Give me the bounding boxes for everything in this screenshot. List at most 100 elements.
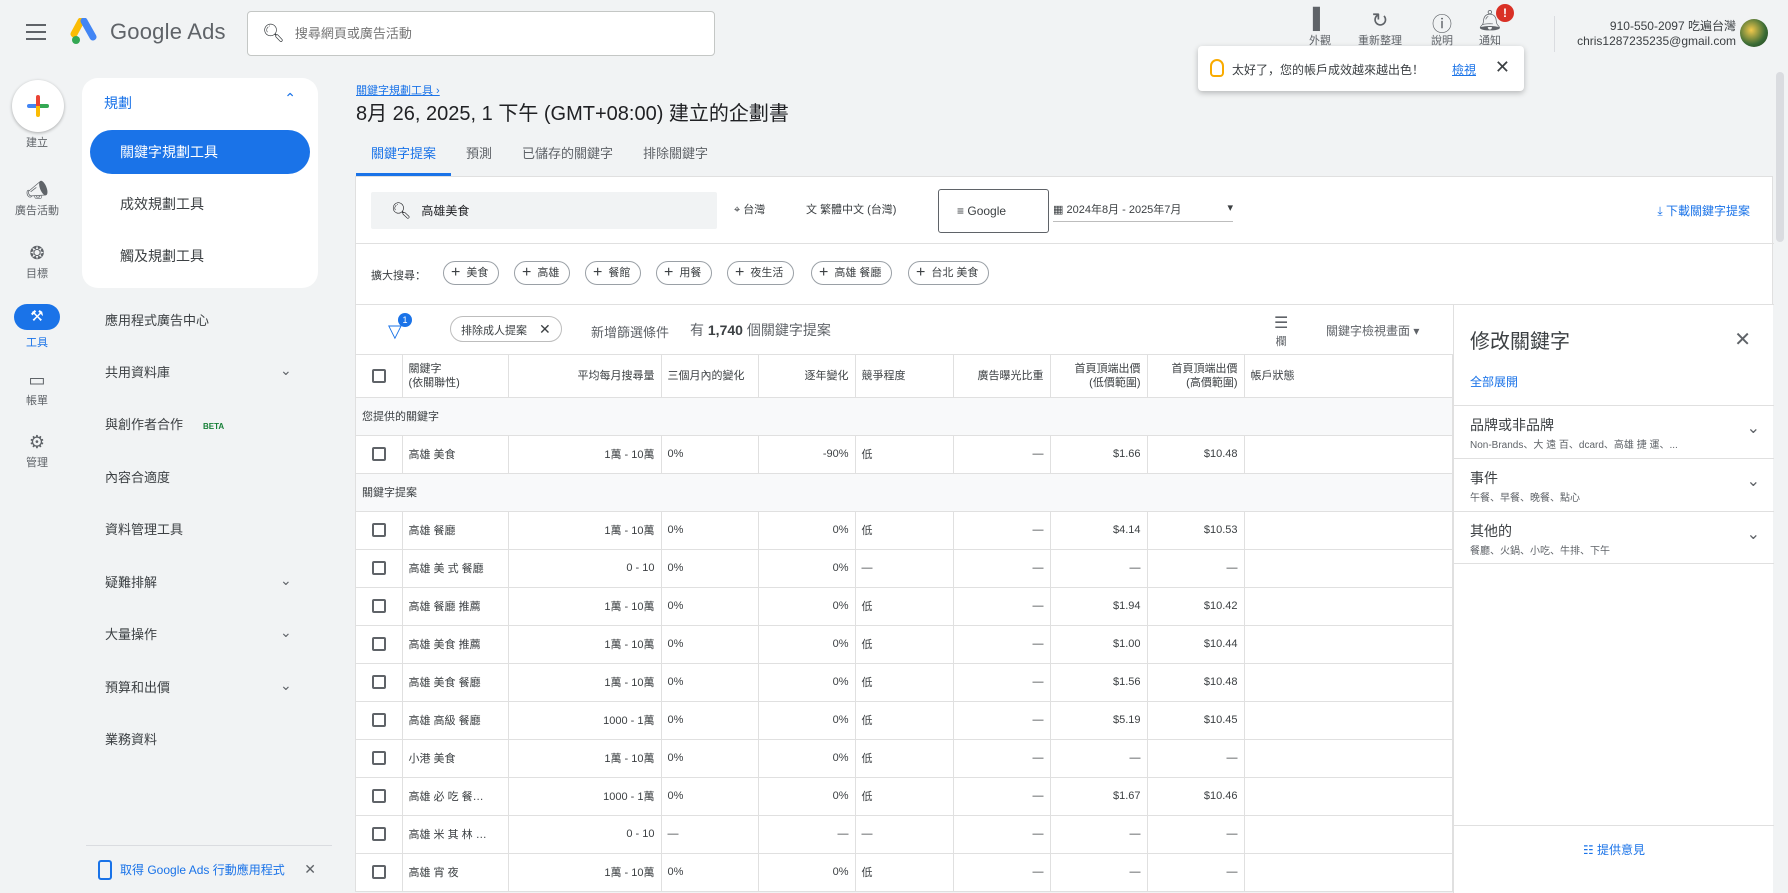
row-checkbox-cell[interactable] — [356, 587, 403, 626]
broaden-chip[interactable]: + 台北 美食 — [908, 261, 990, 285]
breadcrumb[interactable]: 關鍵字規劃工具 › — [356, 82, 440, 98]
table-row[interactable]: 高雄 米 其 林 … 0 - 10— — — — — — — [356, 815, 1453, 854]
expand-all-button[interactable]: 全部展開 — [1470, 373, 1518, 390]
row-checkbox[interactable] — [371, 523, 386, 537]
rail-tools[interactable]: ⚒ 工具 — [0, 304, 74, 350]
row-checkbox[interactable] — [371, 865, 386, 879]
menu-icon[interactable] — [26, 24, 46, 40]
date-range-select[interactable]: ▦ 2024年8月 - 2025年7月 ▾ — [1053, 201, 1233, 222]
notifications-button[interactable]: 🔔︎ ! 通知 — [1460, 4, 1520, 48]
nav-creator-partnerships[interactable]: 與創作者合作 BETA — [105, 414, 224, 433]
col-impression-share[interactable]: 廣告曝光比重 — [953, 355, 1051, 398]
create-button[interactable] — [12, 80, 64, 132]
keyword-search-box[interactable]: 🔍︎ 高雄美食 — [371, 192, 717, 229]
download-button[interactable]: ⤓ 下載關鍵字提案 — [1657, 202, 1750, 219]
toast-view-link[interactable]: 檢視 — [1452, 61, 1476, 78]
refine-section-brand[interactable]: 品牌或非品牌 Non-Brands、大 遠 百、dcard、高雄 捷 運、...… — [1454, 405, 1774, 458]
row-checkbox-cell[interactable] — [356, 511, 403, 550]
row-checkbox[interactable] — [371, 827, 386, 841]
nav-keyword-planner[interactable]: 關鍵字規劃工具 — [90, 130, 310, 174]
location-filter[interactable]: ⌖ 台灣 — [734, 201, 765, 217]
nav-content-suitability[interactable]: 內容合適度 — [105, 467, 170, 486]
feedback-button[interactable]: ☷ 提供意見 — [1454, 825, 1774, 873]
table-row[interactable]: 高雄 美食 餐廳 1萬 - 10萬 0% 0% 低 — $1.56 $10.48 — [356, 663, 1453, 702]
breadcrumb-link[interactable]: 關鍵字規劃工具 — [356, 85, 433, 97]
row-checkbox-cell[interactable] — [356, 739, 403, 778]
close-icon[interactable]: ✕ — [539, 321, 551, 337]
row-checkbox[interactable] — [371, 713, 386, 727]
chevron-up-icon[interactable]: ⌃ — [284, 90, 296, 107]
nav-reach-planner[interactable]: 觸及規劃工具 — [90, 234, 310, 278]
table-row[interactable]: 高雄 美食 推薦 1萬 - 10萬 0% 0% 低 — $1.00 $10.44 — [356, 625, 1453, 664]
close-icon[interactable]: ✕ — [304, 861, 316, 878]
broaden-chip[interactable]: + 美食 — [443, 261, 500, 285]
row-checkbox[interactable] — [371, 637, 386, 651]
rail-billing[interactable]: ▭ 帳單 — [0, 370, 74, 408]
table-row[interactable]: 高雄 美 式 餐廳 0 - 10 0% 0% — — — — — [356, 549, 1453, 588]
refine-section-other[interactable]: 其他的 餐廳、火鍋、小吃、牛排、下午 ⌄ — [1454, 511, 1774, 564]
row-checkbox[interactable] — [371, 751, 386, 765]
table-row[interactable]: 高雄 必 吃 餐… 1000 - 1萬 0% 0% 低 — $1.67 $10.46 — [356, 777, 1453, 816]
table-row[interactable]: 高雄 餐廳 推薦 1萬 - 10萬 0% 0% 低 — $1.94 $10.42 — [356, 587, 1453, 626]
row-checkbox-cell[interactable] — [356, 777, 403, 816]
row-checkbox-cell[interactable] — [356, 549, 403, 588]
row-checkbox[interactable] — [371, 675, 386, 689]
row-checkbox-cell[interactable] — [356, 853, 403, 892]
close-icon[interactable]: ✕ — [1734, 327, 1751, 352]
account-info[interactable]: 910-550-2097 吃遍台灣 chris1287235235@gmail.… — [1577, 19, 1736, 49]
broaden-chip[interactable]: + 高雄 餐廳 — [811, 261, 893, 285]
exclude-adult-chip[interactable]: 排除成人提案 ✕ — [450, 316, 562, 342]
col-bid-low[interactable]: 首頁頂端出價 (低價範圍) — [1050, 355, 1148, 398]
nav-data-manager[interactable]: 資料管理工具 — [105, 519, 183, 538]
avatar[interactable] — [1740, 19, 1768, 47]
tab-keyword-ideas[interactable]: 關鍵字提案 — [356, 140, 452, 176]
row-checkbox-cell[interactable] — [356, 815, 403, 854]
chevron-down-icon[interactable]: ⌄ — [1747, 418, 1760, 438]
search-input[interactable] — [294, 26, 695, 41]
chevron-down-icon[interactable]: ⌄ — [280, 624, 292, 641]
chevron-down-icon[interactable]: ⌄ — [280, 677, 292, 694]
rail-admin[interactable]: ⚙ 管理 — [0, 432, 74, 470]
chevron-down-icon[interactable]: ⌄ — [280, 362, 292, 379]
refine-section-event[interactable]: 事件 午餐、早餐、晚餐、點心 ⌄ — [1454, 458, 1774, 511]
nav-performance-planner[interactable]: 成效規劃工具 — [90, 182, 310, 226]
broaden-chip[interactable]: + 夜生活 — [727, 261, 795, 285]
broaden-chip[interactable]: + 餐館 — [585, 261, 642, 285]
select-all-cell[interactable] — [356, 355, 403, 398]
page-scrollbar[interactable] — [1776, 72, 1784, 242]
row-checkbox-cell[interactable] — [356, 625, 403, 664]
nav-business-data[interactable]: 業務資料 — [105, 729, 157, 748]
nav-app-ads-hub[interactable]: 應用程式廣告中心 — [105, 310, 209, 329]
network-filter[interactable]: ≡ Google — [938, 189, 1049, 233]
col-three-month-change[interactable]: 三個月內的變化 — [661, 355, 759, 398]
nav-section-planning[interactable]: 規劃 — [104, 93, 132, 113]
table-row[interactable]: 高雄 美食 1萬 - 10萬 0% -90% 低 — $1.66 $10.48 — [356, 435, 1453, 474]
broaden-chip[interactable]: + 高雄 — [514, 261, 571, 285]
nav-shared-library[interactable]: 共用資料庫 — [105, 362, 170, 381]
tab-negative-keywords[interactable]: 排除關鍵字 — [628, 140, 723, 176]
col-yoy-change[interactable]: 逐年變化 — [758, 355, 856, 398]
col-bid-high[interactable]: 首頁頂端出價 (高價範圍) — [1147, 355, 1245, 398]
chevron-down-icon[interactable]: ⌄ — [280, 572, 292, 589]
broaden-chip[interactable]: + 用餐 — [656, 261, 713, 285]
row-checkbox[interactable] — [371, 561, 386, 575]
tab-saved-keywords[interactable]: 已儲存的關鍵字 — [507, 140, 628, 176]
col-avg-searches[interactable]: 平均每月搜尋量 — [508, 355, 662, 398]
columns-button[interactable]: ☰ 欄 — [1274, 313, 1288, 349]
row-checkbox-cell[interactable] — [356, 435, 403, 474]
row-checkbox-cell[interactable] — [356, 701, 403, 740]
col-competition[interactable]: 競爭程度 — [855, 355, 954, 398]
row-checkbox[interactable] — [371, 789, 386, 803]
view-select[interactable]: 關鍵字檢視畫面 ▾ — [1326, 322, 1419, 339]
appearance-button[interactable]: ▌ 外觀 — [1290, 8, 1350, 48]
rail-campaigns[interactable]: 📣︎ 廣告活動 — [0, 180, 74, 218]
chevron-down-icon[interactable]: ⌄ — [1747, 471, 1760, 491]
language-filter[interactable]: 文 繁體中文 (台灣) — [806, 201, 896, 217]
mobile-app-promo[interactable]: 取得 Google Ads 行動應用程式 ✕ — [86, 845, 332, 893]
col-keyword[interactable]: 關鍵字 (依關聯性) — [402, 355, 509, 398]
table-row[interactable]: 高雄 餐廳 1萬 - 10萬 0% 0% 低 — $4.14 $10.53 — [356, 511, 1453, 550]
global-search[interactable]: 🔍︎ — [247, 11, 715, 56]
refresh-button[interactable]: ↻ 重新整理 — [1350, 8, 1410, 48]
google-ads-logo[interactable]: Google Ads — [70, 18, 226, 46]
table-row[interactable]: 高雄 高級 餐廳 1000 - 1萬 0% 0% 低 — $5.19 $10.45 — [356, 701, 1453, 740]
